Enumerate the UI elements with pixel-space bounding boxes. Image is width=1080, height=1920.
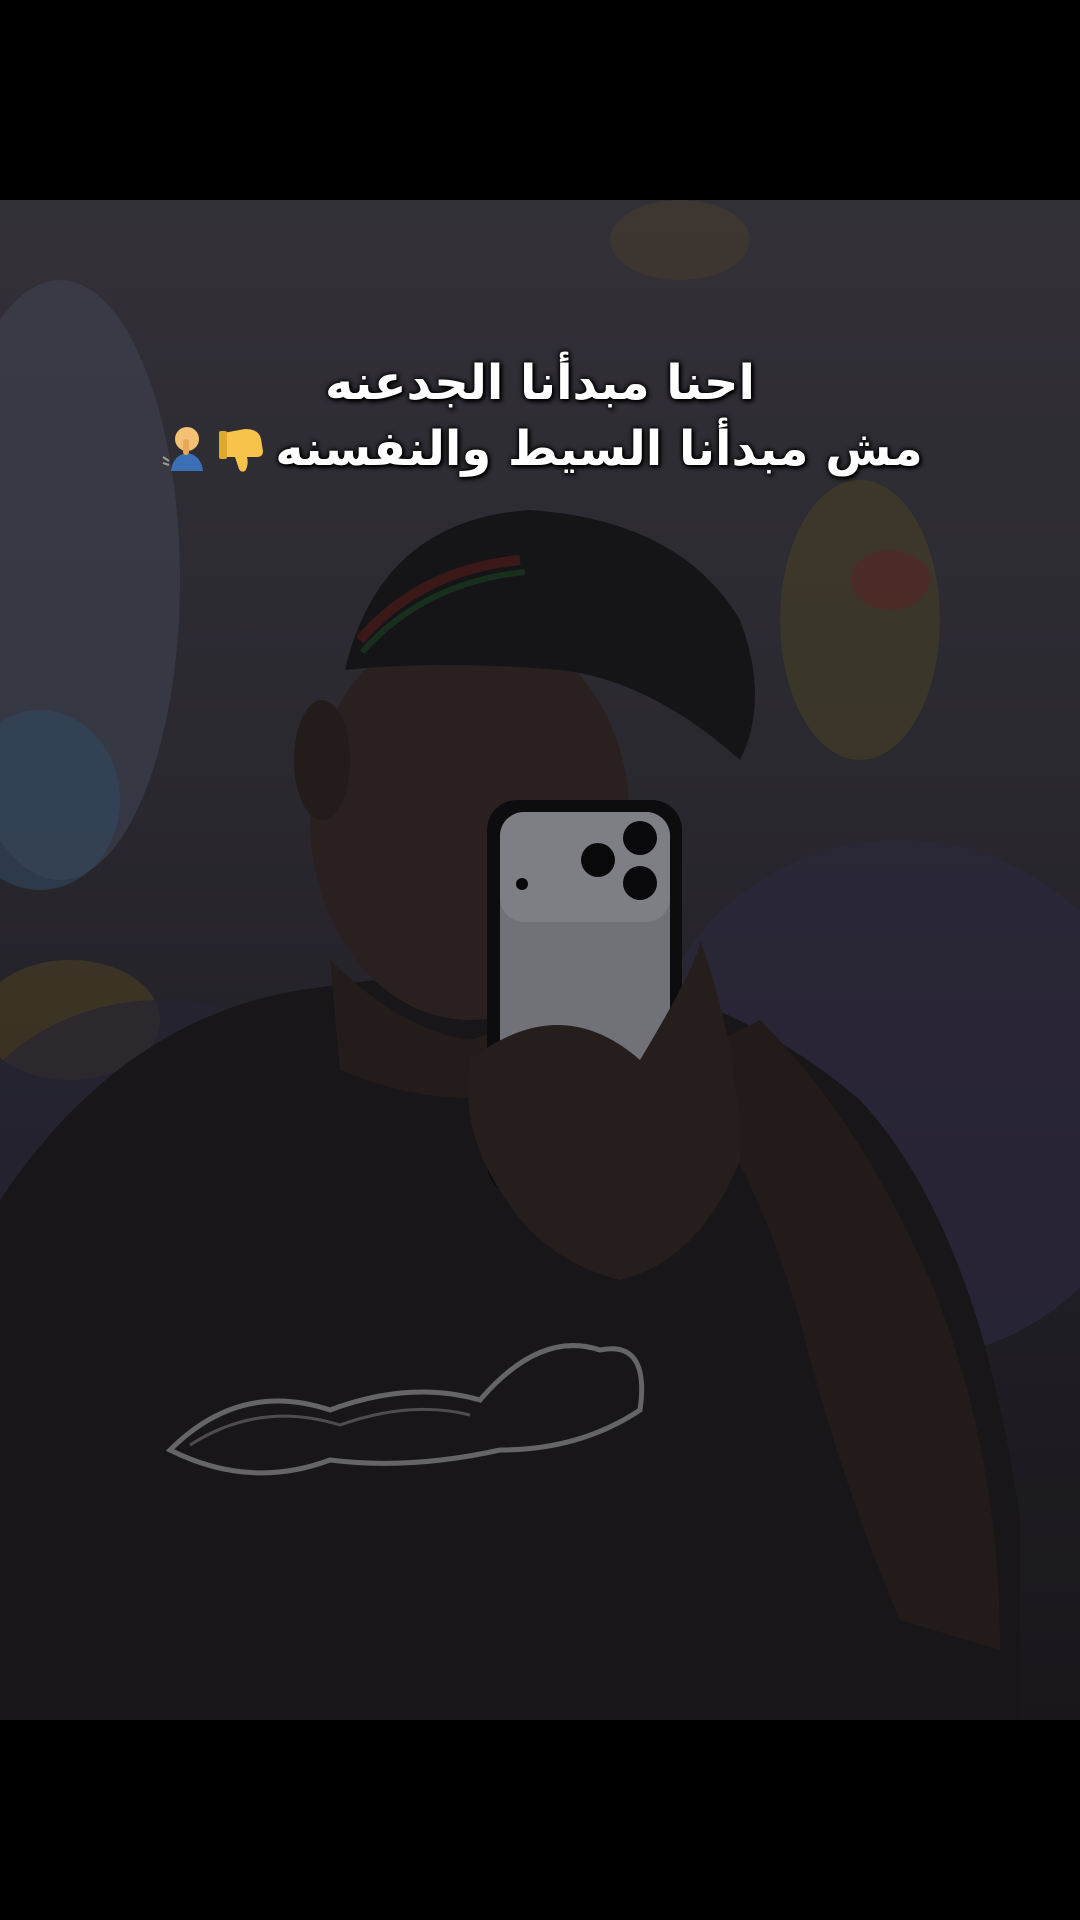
caption-line-2: مش مبدأنا السيط والنفسنه — [275, 421, 923, 477]
caption-line-1: احنا مبدأنا الجدعنه — [325, 355, 755, 411]
caption-emojis — [157, 421, 271, 477]
person-shushing-icon — [162, 427, 204, 471]
thumbs-down-icon — [219, 429, 264, 472]
caption-overlay: احنا مبدأنا الجدعنه مش مبدأنا السيط والن… — [0, 350, 1080, 494]
video-frame: احنا مبدأنا الجدعنه مش مبدأنا السيط والن… — [0, 0, 1080, 1920]
caption-line-2-row: مش مبدأنا السيط والنفسنه — [157, 416, 923, 482]
